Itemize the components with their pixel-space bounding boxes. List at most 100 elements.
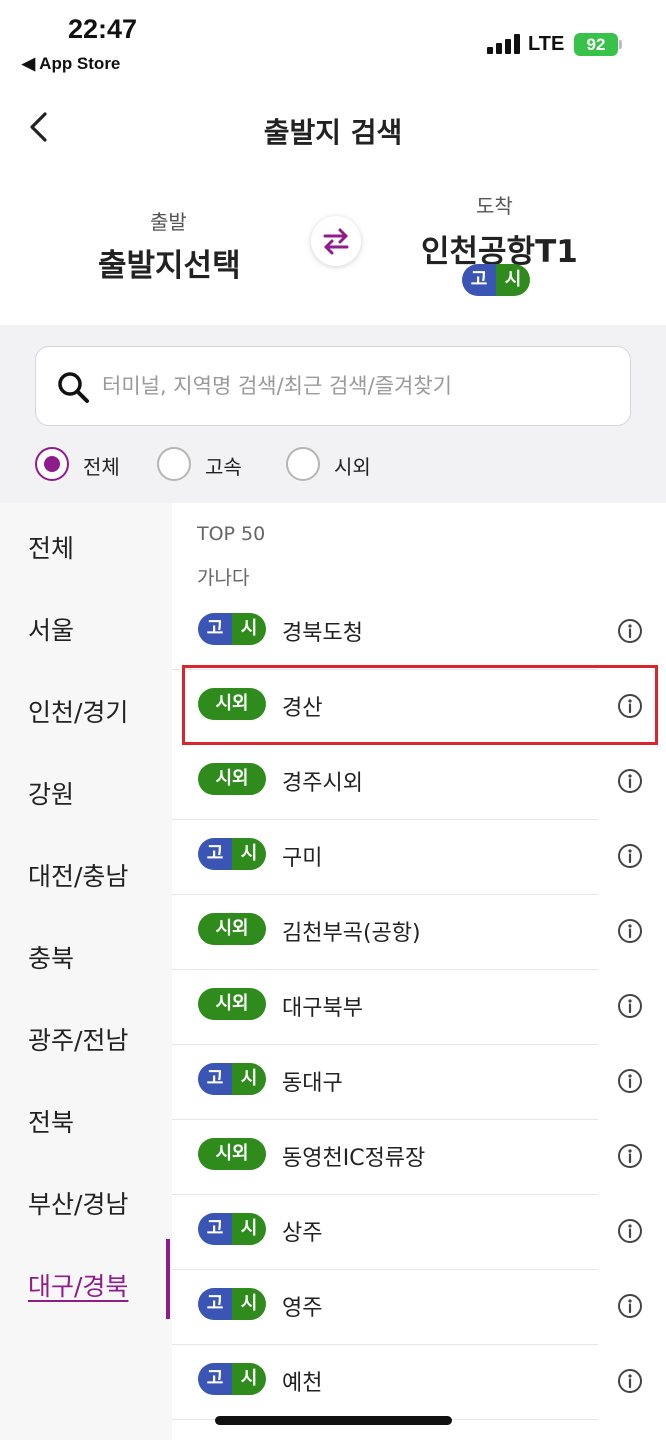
terminal-row[interactable]: 시외 경주시외 <box>172 745 666 820</box>
header: 출발지 검색 <box>0 95 666 165</box>
badge-express-part: 고 <box>198 838 232 870</box>
search-icon <box>58 372 89 403</box>
region-item-all[interactable]: 전체 <box>28 529 74 565</box>
terminal-row[interactable]: 고 시 구미 <box>172 820 666 895</box>
express-intercity-badge: 고시 <box>198 1213 266 1245</box>
sort-alphabetical[interactable]: 가나다 <box>197 563 249 590</box>
terminal-name: 경북도청 <box>282 621 363 646</box>
route-selector: 출발 출발지선택 도착 인천공항T1 고 시 <box>0 180 666 325</box>
battery-icon: 92 <box>574 33 618 56</box>
express-intercity-badge: 고시 <box>198 1063 266 1095</box>
filter-express-label: 고속 <box>205 455 242 479</box>
badge-intercity-part: 시 <box>496 264 530 296</box>
terminal-row[interactable]: 시외 김천부곡(공항) <box>172 895 666 970</box>
terminal-name: 동영천IC정류장 <box>282 1146 426 1171</box>
terminal-row[interactable]: 고 시 경북도청 <box>172 595 666 670</box>
terminal-row[interactable]: 고 시 동대구 <box>172 1045 666 1120</box>
badge-express-part: 고 <box>198 1363 232 1395</box>
terminal-row[interactable]: 시외 대구북부 <box>172 970 666 1045</box>
radio-unselected-icon <box>286 447 320 481</box>
terminal-row[interactable]: 고 시 예천 <box>172 1345 666 1420</box>
bus-type-filter: 전체 고속 시외 <box>35 447 635 483</box>
badge-intercity-part: 시 <box>232 1213 266 1245</box>
search-area: 전체 고속 시외 <box>0 325 666 503</box>
terminal-name: 김천부곡(공항) <box>282 921 421 946</box>
info-icon[interactable] <box>617 918 643 944</box>
search-box[interactable] <box>35 346 631 426</box>
departure-value[interactable]: 출발지선택 <box>98 240 241 285</box>
terminal-row[interactable]: 고 시 상주 <box>172 1195 666 1270</box>
badge-intercity-part: 시 <box>232 1363 266 1395</box>
home-indicator <box>215 1416 452 1425</box>
terminal-list: TOP 50 가나다 고 시 경북도청 시외 경산 시외 경주시외 고 시 구미 시외 김천부곡(공항… <box>172 503 666 1440</box>
info-icon[interactable] <box>617 993 643 1019</box>
badge-express-part: 고 <box>198 1063 232 1095</box>
intercity-badge: 시외 <box>198 988 266 1020</box>
badge-intercity-part: 시 <box>232 1063 266 1095</box>
badge-intercity-part: 시 <box>232 1288 266 1320</box>
cellular-signal-icon <box>487 34 521 54</box>
terminal-name: 동대구 <box>282 1071 343 1096</box>
info-icon[interactable] <box>617 1218 643 1244</box>
badge-express-part: 고 <box>198 1213 232 1245</box>
express-intercity-badge: 고시 <box>198 838 266 870</box>
swap-route-button[interactable] <box>311 216 361 266</box>
battery-tip <box>619 40 622 49</box>
terminal-name: 예천 <box>282 1371 323 1396</box>
info-icon[interactable] <box>617 1293 643 1319</box>
badge-express-part: 고 <box>198 613 232 645</box>
status-bar: 22:47 ◀ App Store LTE 92 <box>0 0 666 80</box>
region-item-seoul[interactable]: 서울 <box>28 611 74 647</box>
region-item-incheon-gyeonggi[interactable]: 인천/경기 <box>28 693 128 729</box>
page-title: 출발지 검색 <box>263 116 403 149</box>
search-input[interactable] <box>102 347 612 425</box>
sort-top50[interactable]: TOP 50 <box>197 523 265 545</box>
terminal-row[interactable]: 고 시 영주 <box>172 1270 666 1345</box>
region-item-daejeon-chungnam[interactable]: 대전/충남 <box>28 857 128 893</box>
info-icon[interactable] <box>617 768 643 794</box>
info-icon[interactable] <box>617 1368 643 1394</box>
info-icon[interactable] <box>617 693 643 719</box>
badge-express-part: 고 <box>198 1288 232 1320</box>
filter-all-label: 전체 <box>83 455 120 479</box>
badge-intercity-part: 시 <box>232 613 266 645</box>
info-icon[interactable] <box>617 1068 643 1094</box>
express-intercity-badge: 고시 <box>198 613 266 645</box>
terminal-name: 경산 <box>282 696 323 721</box>
back-to-app-store-link[interactable]: ◀ App Store <box>22 54 120 74</box>
intercity-badge: 시외 <box>198 688 266 720</box>
arrival-express-intercity-badge: 고 시 <box>462 264 530 296</box>
intercity-badge: 시외 <box>198 763 266 795</box>
region-item-gwangju-jeonnam[interactable]: 광주/전남 <box>28 1021 128 1057</box>
express-intercity-badge: 고시 <box>198 1363 266 1395</box>
active-region-indicator <box>166 1239 170 1319</box>
intercity-badge: 시외 <box>198 1138 266 1170</box>
region-item-gangwon[interactable]: 강원 <box>28 775 74 811</box>
terminal-name: 상주 <box>282 1221 323 1246</box>
arrival-label: 도착 <box>476 194 513 218</box>
info-icon[interactable] <box>617 1143 643 1169</box>
region-item-busan-gyeongnam[interactable]: 부산/경남 <box>28 1185 128 1221</box>
swap-arrows-icon <box>323 228 349 255</box>
terminal-name: 경주시외 <box>282 771 363 796</box>
radio-selected-icon <box>35 447 69 481</box>
filter-intercity-label: 시외 <box>334 455 371 479</box>
region-item-daegu-gyeongbuk[interactable]: 대구/경북 <box>28 1267 128 1303</box>
departure-label: 출발 <box>150 210 187 234</box>
region-item-chungbuk[interactable]: 충북 <box>28 939 74 975</box>
terminal-row[interactable]: 시외 동영천IC정류장 <box>172 1120 666 1195</box>
status-time: 22:47 <box>68 14 138 44</box>
network-type: LTE <box>528 33 565 55</box>
express-intercity-badge: 고시 <box>198 1288 266 1320</box>
intercity-badge: 시외 <box>198 913 266 945</box>
terminal-name: 구미 <box>282 846 323 871</box>
region-item-jeonbuk[interactable]: 전북 <box>28 1103 74 1139</box>
badge-express-part: 고 <box>462 264 496 296</box>
radio-unselected-icon <box>157 447 191 481</box>
info-icon[interactable] <box>617 843 643 869</box>
region-list: 전체 서울 인천/경기 강원 대전/충남 충북 광주/전남 전북 부산/경남 대… <box>0 503 172 1440</box>
terminal-row[interactable]: 시외 경산 <box>172 670 666 745</box>
terminal-name: 대구북부 <box>282 996 363 1021</box>
terminal-name: 영주 <box>282 1296 323 1321</box>
info-icon[interactable] <box>617 618 643 644</box>
